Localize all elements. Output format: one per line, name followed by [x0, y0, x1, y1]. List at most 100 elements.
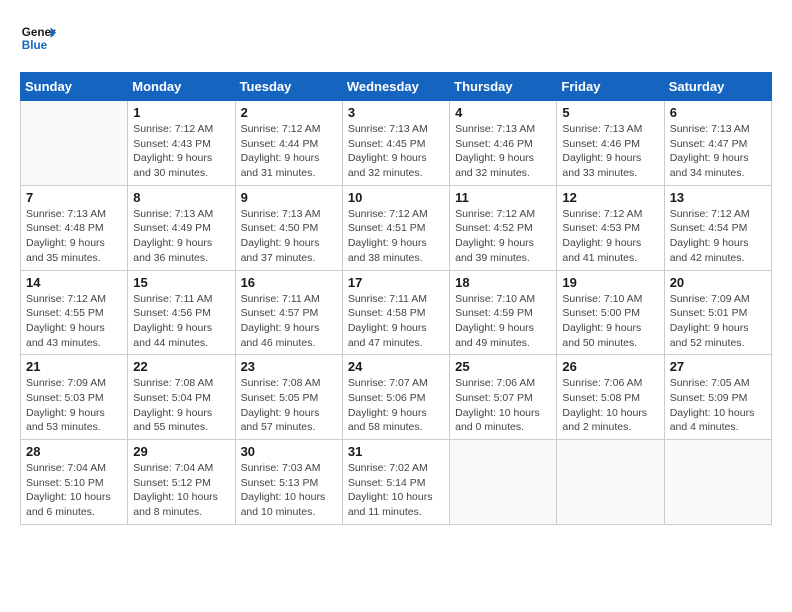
calendar-cell: 22Sunrise: 7:08 AMSunset: 5:04 PMDayligh…: [128, 355, 235, 440]
weekday-header-sunday: Sunday: [21, 73, 128, 101]
day-number: 18: [455, 275, 551, 290]
calendar-cell: 31 Sunrise: 7:02 AMSunset: 5:14 PMDayligh…: [342, 440, 449, 525]
page-header: General Blue: [20, 20, 772, 56]
day-number: 10: [348, 190, 444, 205]
day-number: 31: [348, 444, 444, 459]
calendar-cell: 24 Sunrise: 7:07 AMSunset: 5:06 PMDayligh…: [342, 355, 449, 440]
day-info: Sunrise: 7:02 AMSunset: 5:14 PMDaylight:…: [348, 461, 444, 520]
svg-text:Blue: Blue: [22, 39, 48, 52]
day-info: Sunrise: 7:09 AMSunset: 5:03 PMDaylight:…: [26, 376, 122, 435]
weekday-header-saturday: Saturday: [664, 73, 771, 101]
calendar-cell: 17Sunrise: 7:11 AMSunset: 4:58 PMDayligh…: [342, 270, 449, 355]
day-info: Sunrise: 7:08 AMSunset: 5:05 PMDaylight:…: [241, 376, 337, 435]
calendar-header: SundayMondayTuesdayWednesdayThursdayFrid…: [21, 73, 772, 101]
day-info: Sunrise: 7:12 AMSunset: 4:52 PMDaylight:…: [455, 207, 551, 266]
weekday-header-friday: Friday: [557, 73, 664, 101]
calendar-cell: 27 Sunrise: 7:05 AMSunset: 5:09 PMDayligh…: [664, 355, 771, 440]
calendar-week-5: 28 Sunrise: 7:04 AMSunset: 5:10 PMDayligh…: [21, 440, 772, 525]
calendar-cell: 11Sunrise: 7:12 AMSunset: 4:52 PMDayligh…: [450, 185, 557, 270]
day-number: 28: [26, 444, 122, 459]
calendar-cell: 16 Sunrise: 7:11 AMSunset: 4:57 PMDayligh…: [235, 270, 342, 355]
day-info: Sunrise: 7:13 AMSunset: 4:45 PMDaylight:…: [348, 122, 444, 181]
day-info: Sunrise: 7:11 AMSunset: 4:56 PMDaylight:…: [133, 292, 229, 351]
day-info: Sunrise: 7:06 AMSunset: 5:07 PMDaylight:…: [455, 376, 551, 435]
day-number: 6: [670, 105, 766, 120]
weekday-header-tuesday: Tuesday: [235, 73, 342, 101]
calendar-cell: 26 Sunrise: 7:06 AMSunset: 5:08 PMDayligh…: [557, 355, 664, 440]
calendar-cell: 5 Sunrise: 7:13 AMSunset: 4:46 PMDaylight…: [557, 101, 664, 186]
day-info: Sunrise: 7:13 AMSunset: 4:46 PMDaylight:…: [562, 122, 658, 181]
calendar-cell: 18 Sunrise: 7:10 AMSunset: 4:59 PMDayligh…: [450, 270, 557, 355]
day-number: 21: [26, 359, 122, 374]
day-info: Sunrise: 7:12 AMSunset: 4:44 PMDaylight:…: [241, 122, 337, 181]
calendar-cell: 21 Sunrise: 7:09 AMSunset: 5:03 PMDayligh…: [21, 355, 128, 440]
day-number: 5: [562, 105, 658, 120]
day-info: Sunrise: 7:10 AMSunset: 4:59 PMDaylight:…: [455, 292, 551, 351]
day-info: Sunrise: 7:08 AMSunset: 5:04 PMDaylight:…: [133, 376, 229, 435]
calendar-cell: 20Sunrise: 7:09 AMSunset: 5:01 PMDayligh…: [664, 270, 771, 355]
day-info: Sunrise: 7:09 AMSunset: 5:01 PMDaylight:…: [670, 292, 766, 351]
calendar-cell: 10Sunrise: 7:12 AMSunset: 4:51 PMDayligh…: [342, 185, 449, 270]
day-number: 2: [241, 105, 337, 120]
day-number: 7: [26, 190, 122, 205]
calendar-week-1: 1 Sunrise: 7:12 AMSunset: 4:43 PMDaylight…: [21, 101, 772, 186]
calendar-cell: 6Sunrise: 7:13 AMSunset: 4:47 PMDaylight…: [664, 101, 771, 186]
day-info: Sunrise: 7:13 AMSunset: 4:48 PMDaylight:…: [26, 207, 122, 266]
day-info: Sunrise: 7:06 AMSunset: 5:08 PMDaylight:…: [562, 376, 658, 435]
weekday-header-thursday: Thursday: [450, 73, 557, 101]
day-info: Sunrise: 7:05 AMSunset: 5:09 PMDaylight:…: [670, 376, 766, 435]
day-number: 16: [241, 275, 337, 290]
day-info: Sunrise: 7:12 AMSunset: 4:54 PMDaylight:…: [670, 207, 766, 266]
day-number: 15: [133, 275, 229, 290]
day-info: Sunrise: 7:11 AMSunset: 4:57 PMDaylight:…: [241, 292, 337, 351]
day-number: 27: [670, 359, 766, 374]
calendar-cell: 30Sunrise: 7:03 AMSunset: 5:13 PMDayligh…: [235, 440, 342, 525]
day-info: Sunrise: 7:04 AMSunset: 5:10 PMDaylight:…: [26, 461, 122, 520]
calendar-cell: 15 Sunrise: 7:11 AMSunset: 4:56 PMDayligh…: [128, 270, 235, 355]
day-info: Sunrise: 7:12 AMSunset: 4:43 PMDaylight:…: [133, 122, 229, 181]
calendar-cell: 1 Sunrise: 7:12 AMSunset: 4:43 PMDaylight…: [128, 101, 235, 186]
calendar-cell: 19 Sunrise: 7:10 AMSunset: 5:00 PMDayligh…: [557, 270, 664, 355]
calendar-cell: 12 Sunrise: 7:12 AMSunset: 4:53 PMDayligh…: [557, 185, 664, 270]
day-number: 24: [348, 359, 444, 374]
calendar-cell: 28 Sunrise: 7:04 AMSunset: 5:10 PMDayligh…: [21, 440, 128, 525]
day-number: 14: [26, 275, 122, 290]
day-info: Sunrise: 7:12 AMSunset: 4:53 PMDaylight:…: [562, 207, 658, 266]
calendar-cell: 13 Sunrise: 7:12 AMSunset: 4:54 PMDayligh…: [664, 185, 771, 270]
calendar-cell: 8 Sunrise: 7:13 AMSunset: 4:49 PMDaylight…: [128, 185, 235, 270]
calendar-cell: 3 Sunrise: 7:13 AMSunset: 4:45 PMDaylight…: [342, 101, 449, 186]
day-info: Sunrise: 7:13 AMSunset: 4:50 PMDaylight:…: [241, 207, 337, 266]
calendar-cell: [21, 101, 128, 186]
day-number: 23: [241, 359, 337, 374]
calendar-cell: 25 Sunrise: 7:06 AMSunset: 5:07 PMDayligh…: [450, 355, 557, 440]
day-number: 25: [455, 359, 551, 374]
day-number: 19: [562, 275, 658, 290]
calendar-cell: [664, 440, 771, 525]
day-info: Sunrise: 7:11 AMSunset: 4:58 PMDaylight:…: [348, 292, 444, 351]
day-info: Sunrise: 7:07 AMSunset: 5:06 PMDaylight:…: [348, 376, 444, 435]
day-number: 26: [562, 359, 658, 374]
day-info: Sunrise: 7:03 AMSunset: 5:13 PMDaylight:…: [241, 461, 337, 520]
calendar-cell: 7 Sunrise: 7:13 AMSunset: 4:48 PMDaylight…: [21, 185, 128, 270]
calendar-week-2: 7 Sunrise: 7:13 AMSunset: 4:48 PMDaylight…: [21, 185, 772, 270]
day-number: 3: [348, 105, 444, 120]
weekday-header-wednesday: Wednesday: [342, 73, 449, 101]
day-number: 8: [133, 190, 229, 205]
calendar-cell: 14Sunrise: 7:12 AMSunset: 4:55 PMDayligh…: [21, 270, 128, 355]
calendar-week-3: 14Sunrise: 7:12 AMSunset: 4:55 PMDayligh…: [21, 270, 772, 355]
day-number: 9: [241, 190, 337, 205]
weekday-header-monday: Monday: [128, 73, 235, 101]
day-number: 1: [133, 105, 229, 120]
day-info: Sunrise: 7:13 AMSunset: 4:46 PMDaylight:…: [455, 122, 551, 181]
calendar-table: SundayMondayTuesdayWednesdayThursdayFrid…: [20, 72, 772, 525]
calendar-week-4: 21 Sunrise: 7:09 AMSunset: 5:03 PMDayligh…: [21, 355, 772, 440]
day-number: 13: [670, 190, 766, 205]
day-number: 4: [455, 105, 551, 120]
day-info: Sunrise: 7:10 AMSunset: 5:00 PMDaylight:…: [562, 292, 658, 351]
day-info: Sunrise: 7:04 AMSunset: 5:12 PMDaylight:…: [133, 461, 229, 520]
calendar-cell: [450, 440, 557, 525]
day-number: 12: [562, 190, 658, 205]
logo: General Blue: [20, 20, 56, 56]
day-info: Sunrise: 7:13 AMSunset: 4:49 PMDaylight:…: [133, 207, 229, 266]
calendar-cell: 2 Sunrise: 7:12 AMSunset: 4:44 PMDaylight…: [235, 101, 342, 186]
